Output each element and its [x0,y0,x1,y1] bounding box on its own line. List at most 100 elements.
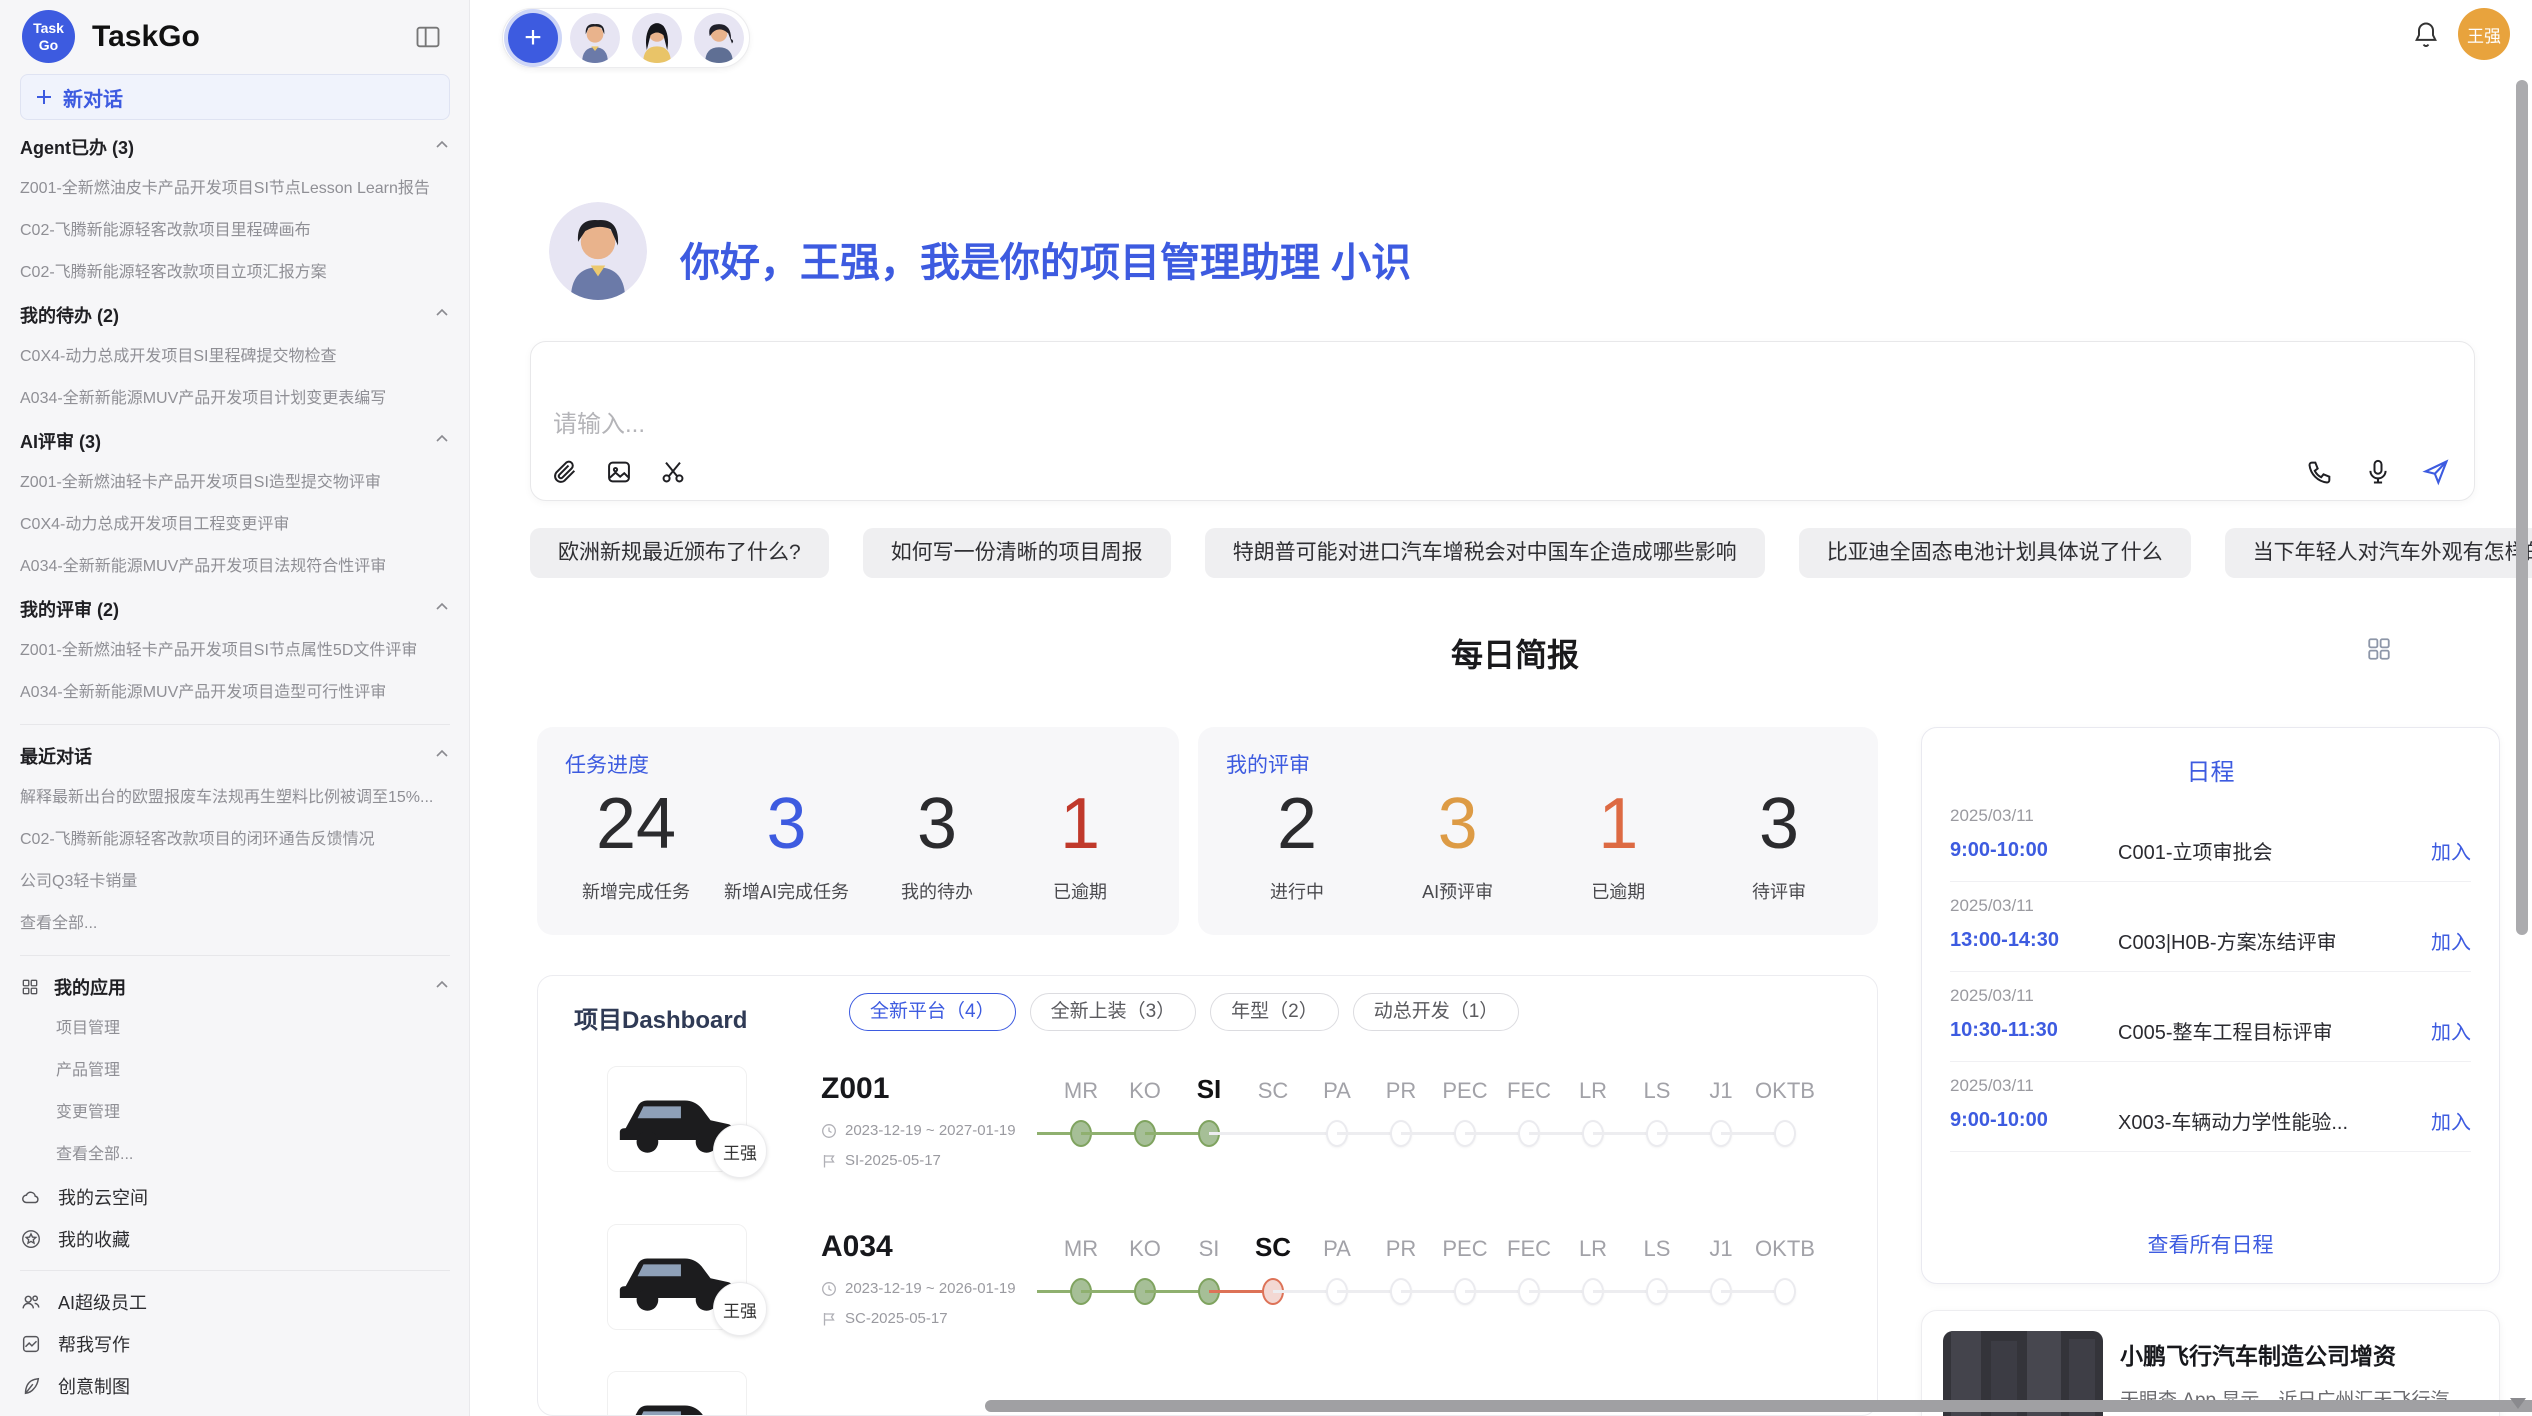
microphone-icon[interactable] [2364,458,2392,486]
stat-value: 3 [882,785,992,864]
suggestion-chip[interactable]: 特朗普可能对进口汽车增税会对中国车企造成哪些影响 [1205,528,1765,578]
sidebar-section-header[interactable]: Agent已办 (3) [20,126,450,168]
app-menu-item[interactable]: 项目管理 [20,1008,450,1050]
milestone-node[interactable] [1774,1120,1796,1147]
event-name: X003-车辆动力学性能验... [2118,1106,2431,1135]
suggestion-chip[interactable]: 如何写一份清晰的项目周报 [863,528,1171,578]
recent-chat-item[interactable]: 公司Q3轻卡销量 [20,861,450,903]
milestone-label: SC [1241,1232,1305,1263]
sidebar-task-item[interactable]: C02-飞腾新能源轻客改款项目里程碑画布 [20,210,450,252]
sidebar-item-star[interactable]: 我的收藏 [20,1218,450,1260]
attachment-icon[interactable] [551,458,579,486]
event-join-link[interactable]: 加入 [2431,926,2471,955]
agent-avatar-1[interactable] [570,13,620,63]
recent-chat-item[interactable]: C02-飞腾新能源轻客改款项目的闭环通告反馈情况 [20,819,450,861]
suggestion-chip[interactable]: 当下年轻人对汽车外观有怎样的喜好趋势 [2225,528,2532,578]
project-milestone-flag: SC-2025-05-17 [821,1310,948,1327]
vertical-scrollbar[interactable] [2516,80,2528,935]
event-join-link[interactable]: 加入 [2431,1106,2471,1135]
sidebar-section-header-recent[interactable]: 最近对话 [20,735,450,777]
sidebar: TaskGo TaskGo 新对话 Agent已办 (3)Z001-全新燃油皮卡… [0,0,470,1416]
recent-chats-view-all[interactable]: 查看全部... [20,903,450,945]
dashboard-tab[interactable]: 动总开发（1） [1353,993,1520,1031]
sidebar-task-item[interactable]: A034-全新新能源MUV产品开发项目计划变更表编写 [20,378,450,420]
sidebar-task-item[interactable]: A034-全新新能源MUV产品开发项目法规符合性评审 [20,546,450,588]
scissors-icon[interactable] [659,458,687,486]
recent-chat-item[interactable]: 解释最新出台的欧盟报废车法规再生塑料比例被调至15%... [20,777,450,819]
sidebar-tool-write[interactable]: 帮我写作 [20,1323,450,1365]
sidebar-task-item[interactable]: C0X4-动力总成开发项目SI里程碑提交物检查 [20,336,450,378]
event-date: 2025/03/11 [1950,986,2471,1006]
chevron-up-icon[interactable] [434,599,450,620]
milestone-node[interactable] [1774,1278,1796,1305]
sidebar-divider [20,1270,450,1271]
stat-label: AI预评审 [1403,878,1513,904]
chat-input-card[interactable]: 请输入... [530,341,2475,501]
app-menu-item[interactable]: 变更管理 [20,1092,450,1134]
sidebar-item-cloud[interactable]: 我的云空间 [20,1176,450,1218]
stat-item: 1已逾期 [1025,785,1135,904]
daily-briefing-title: 每日简报 [1451,637,1579,673]
project-owner-badge: 王强 [713,1282,767,1336]
dashboard-tab[interactable]: 年型（2） [1210,993,1339,1031]
project-dates-text: 2023-12-19 ~ 2026-01-19 [845,1280,1016,1297]
people-icon [20,1291,42,1313]
sidebar-section-title: 我的待办 (2) [20,302,119,328]
briefing-layout-icon[interactable] [2366,636,2392,662]
chevron-up-icon[interactable] [434,137,450,158]
stat-value: 2 [1242,785,1352,864]
phone-call-icon[interactable] [2306,458,2334,486]
sidebar-task-item[interactable]: Z001-全新燃油皮卡产品开发项目SI节点Lesson Learn报告 [20,168,450,210]
chevron-up-icon[interactable] [434,746,450,767]
dashboard-tab[interactable]: 全新上装（3） [1030,993,1197,1031]
add-agent-button[interactable]: + [508,13,558,63]
sidebar-section-header[interactable]: AI评审 (3) [20,420,450,462]
horizontal-scrollbar[interactable] [985,1400,2532,1412]
stat-card-title: 我的评审 [1226,749,1310,779]
user-avatar[interactable]: 王强 [2458,8,2510,60]
suggestion-chip[interactable]: 欧洲新规最近颁布了什么? [530,528,829,578]
chevron-up-icon[interactable] [434,431,450,452]
image-icon[interactable] [605,458,633,486]
schedule-card: 日程 2025/03/119:00-10:00C001-立项审批会加入2025/… [1921,727,2500,1284]
milestone-label: LS [1625,1236,1689,1262]
sidebar-task-item[interactable]: Z001-全新燃油轻卡产品开发项目SI节点属性5D文件评审 [20,630,450,672]
apps-view-all[interactable]: 查看全部... [20,1134,450,1176]
sidebar-section-title: 我的应用 [54,974,126,1000]
scroll-down-arrow-icon[interactable] [2510,1398,2526,1409]
sidebar-task-item[interactable]: A034-全新新能源MUV产品开发项目造型可行性评审 [20,672,450,714]
sidebar-content: Agent已办 (3)Z001-全新燃油皮卡产品开发项目SI节点Lesson L… [20,126,450,1407]
milestone-label: FEC [1497,1236,1561,1262]
chevron-up-icon[interactable] [434,977,450,998]
sidebar-section-header[interactable]: 我的待办 (2) [20,294,450,336]
notifications-bell-icon[interactable] [2412,20,2440,48]
sidebar-link-label: 帮我写作 [58,1331,130,1357]
dashboard-tab[interactable]: 全新平台（4） [849,993,1016,1031]
event-join-link[interactable]: 加入 [2431,1016,2471,1045]
sidebar-task-item[interactable]: Z001-全新燃油轻卡产品开发项目SI造型提交物评审 [20,462,450,504]
sidebar-section-header-apps[interactable]: 我的应用 [20,966,450,1008]
sidebar-section-header[interactable]: 我的评审 (2) [20,588,450,630]
sidebar-divider [20,724,450,725]
feather-icon [20,1375,42,1397]
event-join-link[interactable]: 加入 [2431,836,2471,865]
stat-value: 3 [1403,785,1513,864]
new-chat-label: 新对话 [63,83,123,112]
suggestion-chip[interactable]: 比亚迪全固态电池计划具体说了什么 [1799,528,2191,578]
milestone-timeline: MRKOSISCPAPRPECFECLRLSJ1OKTB [1049,1066,1839,1176]
milestone-label: PR [1369,1078,1433,1104]
sidebar-task-item[interactable]: C0X4-动力总成开发项目工程变更评审 [20,504,450,546]
chevron-up-icon[interactable] [434,305,450,326]
sidebar-link-label: AI超级员工 [58,1289,147,1315]
send-icon[interactable] [2422,458,2450,486]
sidebar-tool-people[interactable]: AI超级员工 [20,1281,450,1323]
agent-avatar-2[interactable] [632,13,682,63]
app-menu-item[interactable]: 产品管理 [20,1050,450,1092]
new-chat-button[interactable]: 新对话 [20,74,450,120]
sidebar-collapse-icon[interactable] [414,23,442,51]
sidebar-tool-feather[interactable]: 创意制图 [20,1365,450,1407]
view-all-schedule-link[interactable]: 查看所有日程 [1922,1229,2499,1259]
milestone-label: LS [1625,1078,1689,1104]
agent-avatar-3[interactable] [694,13,744,63]
sidebar-task-item[interactable]: C02-飞腾新能源轻客改款项目立项汇报方案 [20,252,450,294]
